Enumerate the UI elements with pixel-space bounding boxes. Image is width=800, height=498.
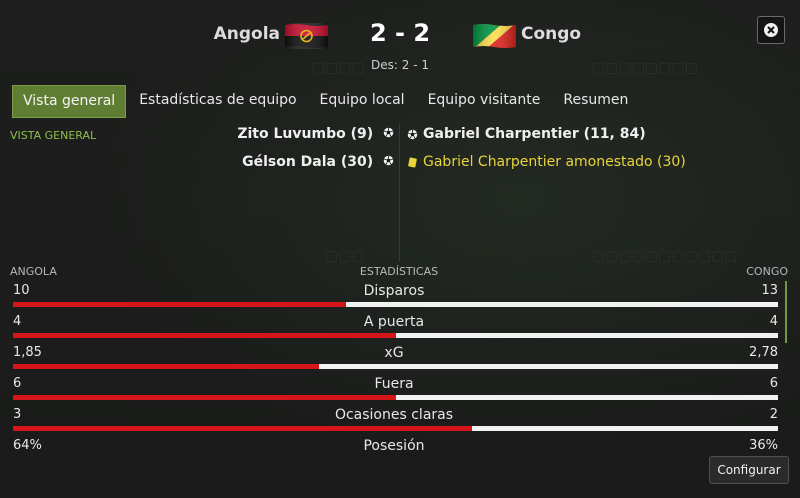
ball-icon xyxy=(383,126,394,142)
background-ghost-text: ▢▢▢ xyxy=(325,248,365,264)
yellow-card-icon xyxy=(407,156,418,168)
stat-name: Posesión xyxy=(363,438,425,454)
stat-row: 4 A puerta 4 xyxy=(10,314,778,346)
home-goal-event: Zito Luvumbo (9) xyxy=(237,126,394,142)
away-card-event: Gabriel Charpentier amonestado (30) xyxy=(407,154,686,170)
congo-flag-icon xyxy=(473,24,516,48)
match-header: Angola 2 - 2 Congo xyxy=(0,18,800,54)
stat-bar xyxy=(13,302,778,307)
event-text: Zito Luvumbo (9) xyxy=(237,126,374,142)
stat-bar-home-fill xyxy=(13,426,472,431)
stat-away-value: 13 xyxy=(761,283,778,298)
tab-equipo-visitante[interactable]: Equipo visitante xyxy=(418,85,551,116)
stat-bar-home-fill xyxy=(13,395,396,400)
configure-button[interactable]: Configurar xyxy=(709,456,789,484)
close-icon xyxy=(764,23,778,37)
scrollbar[interactable] xyxy=(785,281,787,343)
stat-name: Disparos xyxy=(363,283,425,299)
stat-away-value: 36% xyxy=(749,438,778,453)
background-ghost-text: ▢▢▢▢▢▢▢▢▢▢▢ xyxy=(592,248,738,264)
tab-estadisticas-equipo[interactable]: Estadísticas de equipo xyxy=(129,85,306,116)
stat-bar xyxy=(13,395,778,400)
aggregate-score: Des: 2 - 1 xyxy=(371,58,429,72)
stat-name: xG xyxy=(384,345,404,361)
stat-away-value: 4 xyxy=(769,314,778,329)
stat-name: A puerta xyxy=(363,314,425,330)
home-team-name: Angola xyxy=(213,24,280,44)
event-text: Gélson Dala (30) xyxy=(242,154,374,170)
stat-away-value: 6 xyxy=(769,376,778,391)
event-text: Gabriel Charpentier (11, 84) xyxy=(423,126,646,142)
stat-away-value: 2,78 xyxy=(749,345,778,360)
stat-name: Fuera xyxy=(374,376,414,392)
stats-title: ESTADÍSTICAS xyxy=(359,265,439,278)
stat-row: 64% Posesión 36% xyxy=(10,438,778,470)
stat-bar-home-fill xyxy=(13,333,396,338)
stat-row: 3 Ocasiones claras 2 xyxy=(10,407,778,439)
section-label: VISTA GENERAL xyxy=(10,129,97,142)
tab-bar: Vista general Estadísticas de equipo Equ… xyxy=(12,85,641,118)
stat-bar xyxy=(13,364,778,369)
stat-away-value: 2 xyxy=(769,407,778,422)
tab-resumen[interactable]: Resumen xyxy=(553,85,638,116)
stat-bar xyxy=(13,426,778,431)
angola-flag-icon xyxy=(285,23,328,49)
stat-bar-home-fill xyxy=(13,302,346,307)
event-text: Gabriel Charpentier amonestado (30) xyxy=(423,154,686,170)
ball-icon xyxy=(407,129,418,140)
stat-row: 10 Disparos 13 xyxy=(10,283,778,315)
stat-row: 1,85 xG 2,78 xyxy=(10,345,778,377)
ball-icon xyxy=(383,154,394,170)
match-score: 2 - 2 xyxy=(369,19,431,47)
stats-away-label: CONGO xyxy=(746,265,788,278)
events-divider xyxy=(399,124,400,262)
stat-bar xyxy=(13,333,778,338)
tab-vista-general[interactable]: Vista general xyxy=(12,85,127,118)
stat-row: 6 Fuera 6 xyxy=(10,376,778,408)
away-team-name: Congo xyxy=(521,24,582,44)
close-button[interactable] xyxy=(757,16,785,44)
home-goal-event: Gélson Dala (30) xyxy=(242,154,394,170)
stat-bar-home-fill xyxy=(13,364,319,369)
away-goal-event: Gabriel Charpentier (11, 84) xyxy=(407,126,646,142)
stat-name: Ocasiones claras xyxy=(334,407,454,423)
tab-equipo-local[interactable]: Equipo local xyxy=(310,85,415,116)
